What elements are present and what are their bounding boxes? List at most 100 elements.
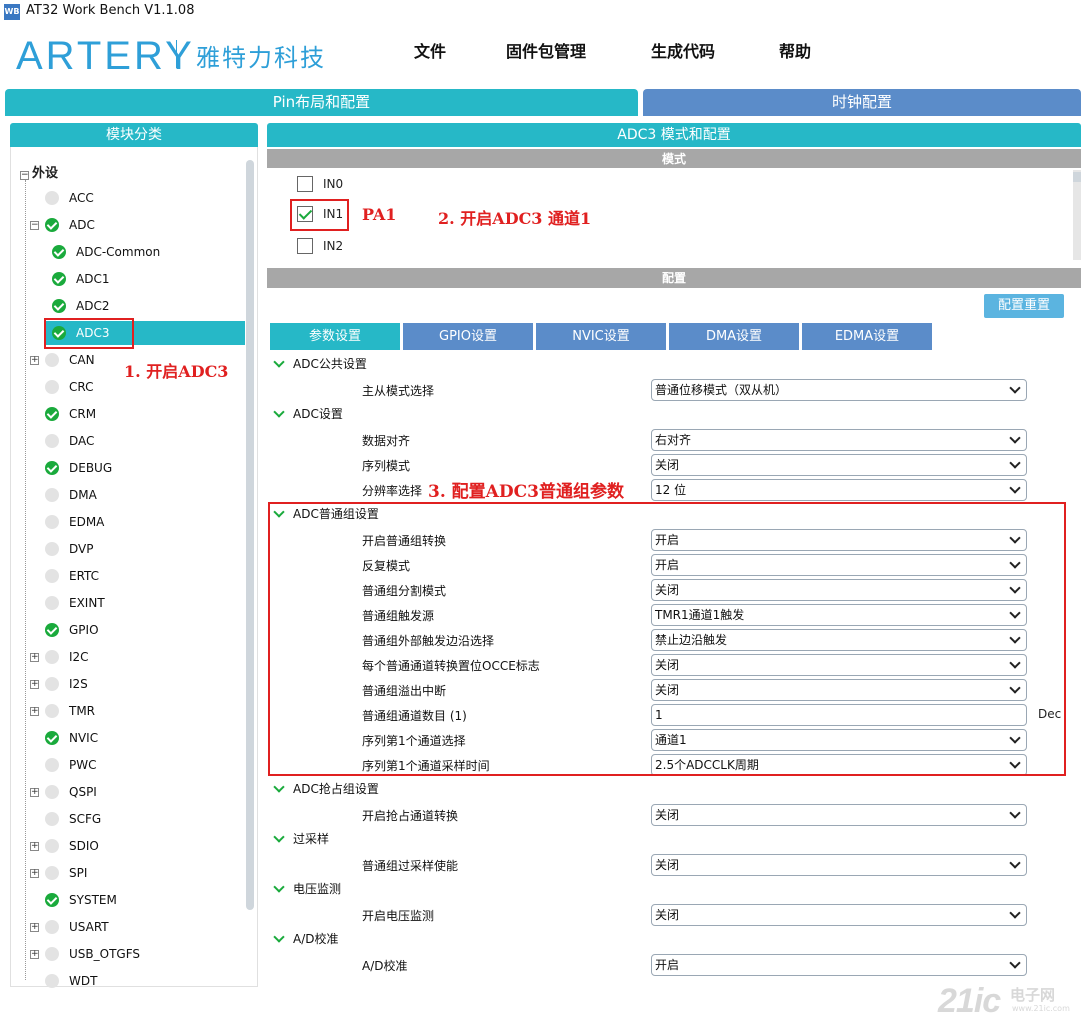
- menu-help[interactable]: 帮助: [779, 38, 811, 62]
- chevron-down-icon[interactable]: [1009, 907, 1021, 919]
- menu-firmware-pack[interactable]: 固件包管理: [506, 38, 586, 62]
- expand-icon[interactable]: +: [30, 679, 39, 689]
- check-circle-icon: [45, 218, 59, 232]
- empty-circle-icon: [45, 704, 59, 718]
- tree-item-usb_otgfs[interactable]: + USB_OTGFS: [30, 942, 140, 966]
- tree-item-scfg[interactable]: SCFG: [30, 807, 101, 831]
- chevron-down-icon[interactable]: [1009, 957, 1021, 969]
- tree-item-nvic[interactable]: NVIC: [30, 726, 98, 750]
- chevron-down-icon[interactable]: [273, 930, 285, 943]
- param-dropdown[interactable]: 普通位移模式（双从机）: [651, 379, 1027, 401]
- param-value: 关闭: [655, 458, 680, 472]
- tab-parameter-settings[interactable]: 参数设置: [270, 323, 400, 350]
- collapse-icon[interactable]: −: [20, 171, 29, 180]
- param-dropdown[interactable]: 右对齐: [651, 429, 1027, 451]
- tree-item-wdt[interactable]: WDT: [30, 969, 97, 993]
- expand-icon[interactable]: +: [30, 841, 39, 851]
- section-header[interactable]: ADC公共设置: [273, 355, 367, 372]
- chevron-down-icon[interactable]: [1009, 432, 1021, 444]
- section-header[interactable]: 过采样: [273, 830, 329, 847]
- section-header[interactable]: 电压监测: [273, 880, 341, 897]
- tree-item-crc[interactable]: CRC: [30, 375, 94, 399]
- tree-item-system[interactable]: SYSTEM: [30, 888, 117, 912]
- tab-gpio-settings[interactable]: GPIO设置: [403, 323, 533, 350]
- chevron-down-icon[interactable]: [1009, 382, 1021, 394]
- param-value: 关闭: [655, 908, 680, 922]
- param-dropdown[interactable]: 12 位: [651, 479, 1027, 501]
- check-circle-icon: [52, 299, 66, 313]
- mode-scrollbar-thumb[interactable]: [1073, 172, 1081, 182]
- tree-item-crm[interactable]: CRM: [30, 402, 96, 426]
- tree-root-peripherals[interactable]: − 外设: [20, 162, 58, 181]
- tree-item-spi[interactable]: + SPI: [30, 861, 87, 885]
- tree-item-tmr[interactable]: + TMR: [30, 699, 95, 723]
- tree-item-label: ADC: [69, 218, 95, 232]
- tab-pin-config[interactable]: Pin布局和配置: [5, 89, 638, 116]
- tree-item-acc[interactable]: ACC: [30, 186, 94, 210]
- tree-item-pwc[interactable]: PWC: [30, 753, 96, 777]
- mode-scrollbar[interactable]: [1073, 170, 1081, 260]
- chevron-down-icon[interactable]: [273, 355, 285, 368]
- tree-item-exint[interactable]: EXINT: [30, 591, 105, 615]
- check-circle-icon: [52, 272, 66, 286]
- tree-item-dvp[interactable]: DVP: [30, 537, 93, 561]
- tree-item-i2s[interactable]: + I2S: [30, 672, 88, 696]
- tree-item-sdio[interactable]: + SDIO: [30, 834, 99, 858]
- expand-icon[interactable]: +: [30, 787, 39, 797]
- tree-item-i2c[interactable]: + I2C: [30, 645, 89, 669]
- left-scrollbar[interactable]: [246, 160, 254, 910]
- menu-generate-code[interactable]: 生成代码: [651, 38, 715, 62]
- param-dropdown[interactable]: 关闭: [651, 804, 1027, 826]
- chevron-down-icon[interactable]: [1009, 457, 1021, 469]
- expand-icon[interactable]: +: [30, 706, 39, 716]
- in2-checkbox[interactable]: [297, 238, 313, 254]
- chevron-down-icon[interactable]: [273, 405, 285, 418]
- tab-dma-settings[interactable]: DMA设置: [669, 323, 799, 350]
- tree-item-qspi[interactable]: + QSPI: [30, 780, 97, 804]
- tree-item-usart[interactable]: + USART: [30, 915, 109, 939]
- channel-in0[interactable]: IN0: [297, 176, 343, 192]
- param-dropdown[interactable]: 关闭: [651, 854, 1027, 876]
- chevron-down-icon[interactable]: [273, 880, 285, 893]
- chevron-down-icon[interactable]: [273, 780, 285, 793]
- chevron-down-icon[interactable]: [1009, 482, 1021, 494]
- collapse-icon[interactable]: −: [30, 220, 39, 230]
- section-header[interactable]: A/D校准: [273, 930, 339, 947]
- param-dropdown[interactable]: 开启: [651, 954, 1027, 976]
- param-dropdown[interactable]: 关闭: [651, 454, 1027, 476]
- tab-edma-settings[interactable]: EDMA设置: [802, 323, 932, 350]
- tree-item-edma[interactable]: EDMA: [30, 510, 104, 534]
- tree-item-label: SDIO: [69, 839, 99, 853]
- section-title: A/D校准: [293, 932, 339, 946]
- chevron-down-icon[interactable]: [1009, 857, 1021, 869]
- section-title: ADC抢占组设置: [293, 782, 379, 796]
- tree-item-dma[interactable]: DMA: [30, 483, 97, 507]
- tree-item-adc-common[interactable]: ADC-Common: [52, 240, 160, 264]
- tree-item-ertc[interactable]: ERTC: [30, 564, 99, 588]
- tree-item-can[interactable]: + CAN: [30, 348, 95, 372]
- param-dropdown[interactable]: 关闭: [651, 904, 1027, 926]
- expand-icon[interactable]: +: [30, 922, 39, 932]
- channel-in2[interactable]: IN2: [297, 238, 343, 254]
- expand-icon[interactable]: +: [30, 355, 39, 365]
- expand-icon[interactable]: +: [30, 652, 39, 662]
- param-label: 开启电压监测: [362, 909, 435, 923]
- tab-clock-config[interactable]: 时钟配置: [643, 89, 1081, 116]
- tree-item-dac[interactable]: DAC: [30, 429, 94, 453]
- chevron-down-icon[interactable]: [1009, 807, 1021, 819]
- section-header[interactable]: ADC抢占组设置: [273, 780, 379, 797]
- expand-icon[interactable]: +: [30, 949, 39, 959]
- section-header[interactable]: ADC设置: [273, 405, 343, 422]
- in0-checkbox[interactable]: [297, 176, 313, 192]
- tree-item-label: DEBUG: [69, 461, 113, 475]
- expand-icon[interactable]: +: [30, 868, 39, 878]
- tree-item-adc2[interactable]: ADC2: [52, 294, 109, 318]
- tree-item-gpio[interactable]: GPIO: [30, 618, 99, 642]
- reset-config-button[interactable]: 配置重置: [984, 294, 1064, 318]
- chevron-down-icon[interactable]: [273, 830, 285, 843]
- menu-file[interactable]: 文件: [414, 38, 446, 62]
- tab-nvic-settings[interactable]: NVIC设置: [536, 323, 666, 350]
- tree-item-adc1[interactable]: ADC1: [52, 267, 109, 291]
- tree-item-debug[interactable]: DEBUG: [30, 456, 112, 480]
- tree-item-adc[interactable]: − ADC: [30, 213, 95, 237]
